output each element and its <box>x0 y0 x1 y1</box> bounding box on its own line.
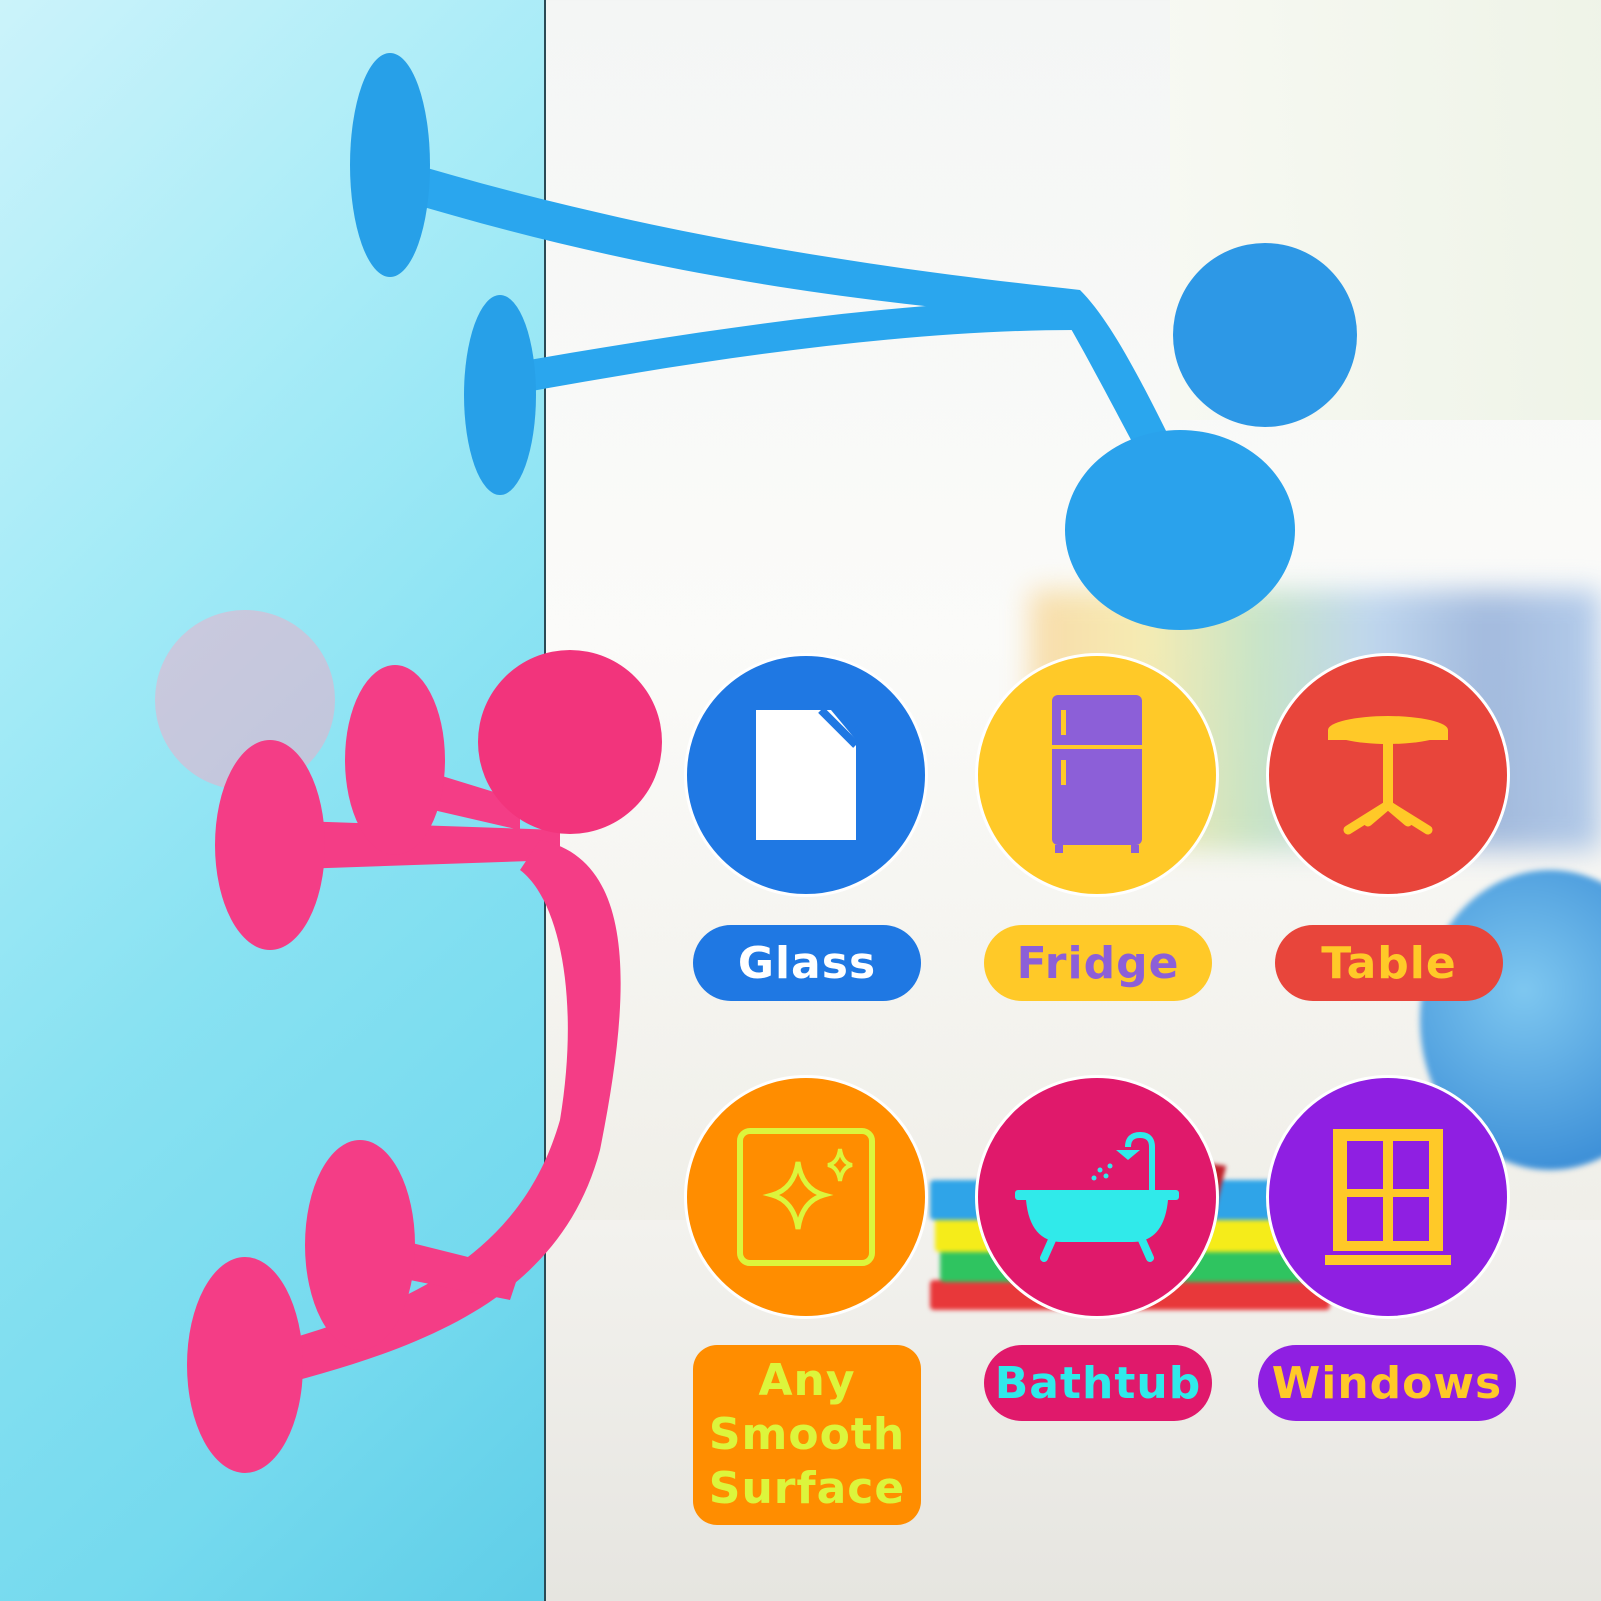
bathtub-icon <box>1015 1132 1179 1262</box>
round-table-icon <box>1328 716 1448 835</box>
fridge-badge <box>975 653 1219 897</box>
table-label: Table <box>1275 925 1503 1001</box>
table-badge <box>1266 653 1510 897</box>
pink-suction-toy <box>155 610 662 1473</box>
fridge-label: Fridge <box>984 925 1212 1001</box>
fridge-icon <box>1052 695 1142 853</box>
sparkle-surface-icon <box>737 1128 875 1266</box>
windows-label: Windows <box>1258 1345 1516 1421</box>
blue-suction-toy <box>350 53 1357 630</box>
window-icon <box>1325 1129 1451 1265</box>
glass-label: Glass <box>693 925 921 1001</box>
label-line: Smooth <box>708 1409 906 1460</box>
bathtub-badge <box>975 1075 1219 1319</box>
glass-badge <box>684 653 928 897</box>
bathtub-label: Bathtub <box>984 1345 1212 1421</box>
label-line: Surface <box>708 1463 906 1514</box>
label-line: Any <box>758 1355 856 1406</box>
smooth-surface-badge <box>684 1075 928 1319</box>
glass-pane-icon <box>756 707 859 840</box>
windows-badge <box>1266 1075 1510 1319</box>
smooth-surface-label: Any Smooth Surface <box>693 1345 921 1525</box>
